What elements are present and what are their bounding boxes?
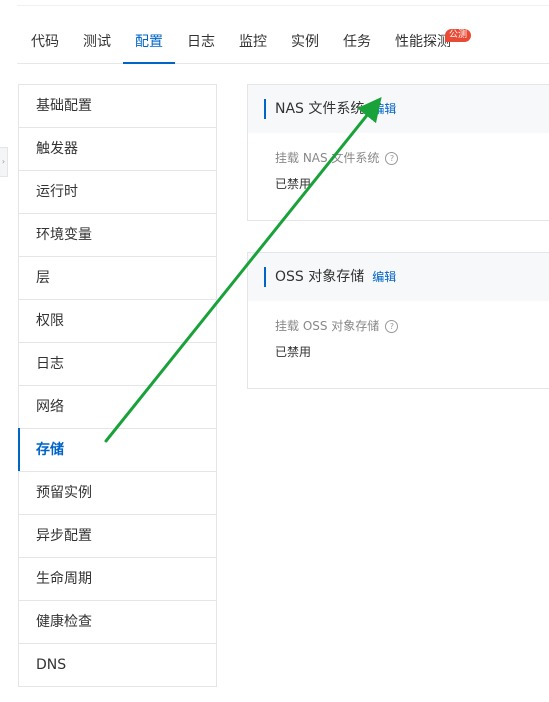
tab-performance-probe[interactable]: 性能探测 公测 (383, 21, 471, 63)
sidebar-item-label: 异步配置 (36, 528, 92, 544)
top-divider (17, 5, 549, 6)
sidebar-item-env-vars[interactable]: 环境变量 (19, 213, 216, 256)
tab-test[interactable]: 测试 (71, 21, 123, 63)
nas-field-label-text: 挂载 NAS 文件系统 (275, 151, 380, 165)
sidebar-item-dns[interactable]: DNS (19, 643, 216, 686)
tab-label: 配置 (135, 34, 163, 50)
sidebar-item-health-check[interactable]: 健康检查 (19, 600, 216, 643)
config-sidebar: 基础配置 触发器 运行时 环境变量 层 权限 日志 网络 存储 预留实例 异步配… (18, 84, 217, 687)
tab-logs[interactable]: 日志 (175, 21, 227, 63)
tab-label: 任务 (343, 34, 371, 50)
sidebar-item-logs[interactable]: 日志 (19, 342, 216, 385)
nas-card-title: NAS 文件系统 编辑 (264, 99, 396, 119)
tab-tasks[interactable]: 任务 (331, 21, 383, 63)
tab-config[interactable]: 配置 (123, 21, 175, 64)
chevron-right-icon: › (1, 157, 6, 166)
oss-card-header: OSS 对象存储 编辑 (248, 253, 549, 301)
nas-card-header: NAS 文件系统 编辑 (248, 85, 549, 133)
sidebar-item-storage[interactable]: 存储 (18, 428, 216, 471)
oss-card-body: 挂载 OSS 对象存储 ? 已禁用 (248, 301, 549, 361)
tab-label: 日志 (187, 34, 215, 50)
oss-status-value: 已禁用 (275, 345, 312, 359)
oss-field-label-text: 挂载 OSS 对象存储 (275, 319, 380, 333)
sidebar-item-provisioned-instances[interactable]: 预留实例 (19, 471, 216, 514)
sidebar-item-basic-config[interactable]: 基础配置 (19, 85, 216, 127)
tab-label: 监控 (239, 34, 267, 50)
sidebar-item-label: 环境变量 (36, 227, 92, 243)
nas-edit-link[interactable]: 编辑 (372, 102, 396, 116)
nas-field-label: 挂载 NAS 文件系统 ? (275, 149, 549, 167)
tab-label: 代码 (31, 34, 59, 50)
question-circle-icon[interactable]: ? (385, 151, 399, 165)
sidebar-item-label: 存储 (36, 442, 64, 458)
tab-label: 实例 (291, 34, 319, 50)
sidebar-item-runtime[interactable]: 运行时 (19, 170, 216, 213)
sidebar-item-network[interactable]: 网络 (19, 385, 216, 428)
sidebar-item-label: 层 (36, 270, 50, 286)
oss-card-title: OSS 对象存储 编辑 (264, 267, 396, 287)
question-circle-icon[interactable]: ? (385, 319, 399, 333)
sidebar-item-label: 权限 (36, 313, 64, 329)
sidebar-item-label: 预留实例 (36, 485, 92, 501)
sidebar-item-permissions[interactable]: 权限 (19, 299, 216, 342)
oss-field-label: 挂载 OSS 对象存储 ? (275, 317, 549, 335)
sidebar-item-async-config[interactable]: 异步配置 (19, 514, 216, 557)
tab-instances[interactable]: 实例 (279, 21, 331, 63)
nas-card: NAS 文件系统 编辑 挂载 NAS 文件系统 ? 已禁用 (247, 84, 549, 221)
nas-status-value: 已禁用 (275, 177, 312, 191)
sidebar-item-label: 生命周期 (36, 571, 92, 587)
sidebar-item-label: 触发器 (36, 141, 78, 157)
sidebar-item-lifecycle[interactable]: 生命周期 (19, 557, 216, 600)
sidebar-item-label: 健康检查 (36, 614, 92, 630)
tab-label: 性能探测 (395, 34, 451, 50)
sidebar-item-label: 基础配置 (36, 98, 92, 114)
nas-card-body: 挂载 NAS 文件系统 ? 已禁用 (248, 133, 549, 193)
sidebar-item-label: DNS (36, 657, 67, 673)
sidebar-item-label: 网络 (36, 399, 64, 415)
tab-code[interactable]: 代码 (17, 21, 71, 63)
oss-card: OSS 对象存储 编辑 挂载 OSS 对象存储 ? 已禁用 (247, 252, 549, 389)
sidebar-item-label: 日志 (36, 356, 64, 372)
sidebar-item-label: 运行时 (36, 184, 78, 200)
page: 代码 测试 配置 日志 监控 实例 任务 性能探测 公测 › 基础配置 触发器 … (0, 0, 549, 702)
sidebar-item-layers[interactable]: 层 (19, 256, 216, 299)
tab-bar: 代码 测试 配置 日志 监控 实例 任务 性能探测 公测 (17, 21, 549, 64)
nas-title-text: NAS 文件系统 (275, 101, 365, 117)
oss-edit-link[interactable]: 编辑 (372, 270, 396, 284)
sidebar-collapse-handle[interactable]: › (0, 147, 8, 177)
beta-badge: 公测 (444, 29, 471, 42)
oss-title-text: OSS 对象存储 (275, 269, 365, 285)
tab-monitor[interactable]: 监控 (227, 21, 279, 63)
tab-label: 测试 (83, 34, 111, 50)
sidebar-item-triggers[interactable]: 触发器 (19, 127, 216, 170)
